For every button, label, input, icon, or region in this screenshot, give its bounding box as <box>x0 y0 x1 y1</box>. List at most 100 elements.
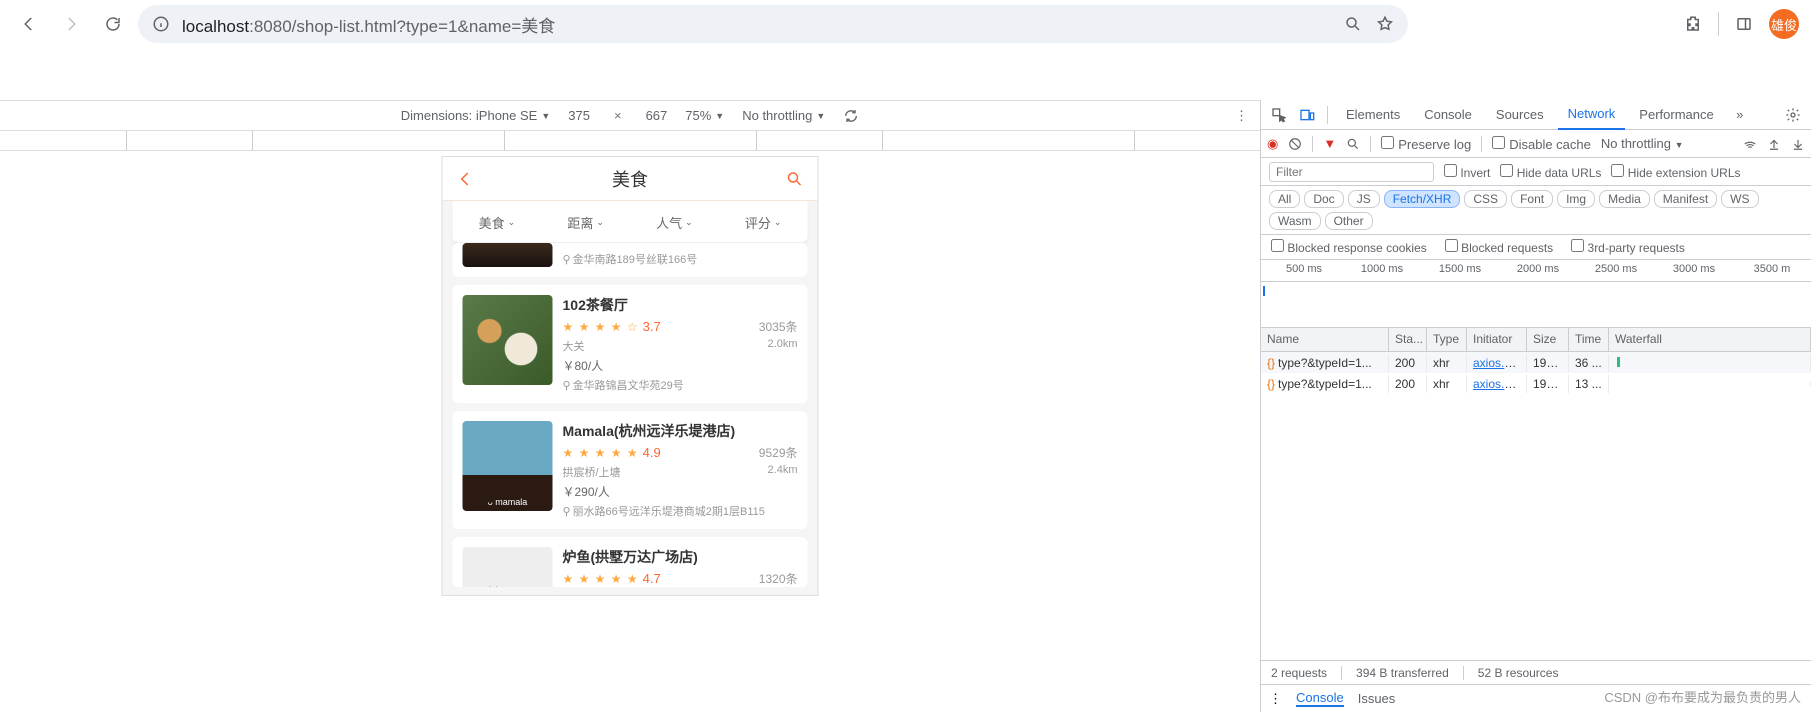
tab-elements[interactable]: Elements <box>1336 100 1410 130</box>
settings-icon[interactable] <box>1781 103 1805 127</box>
chip-ws[interactable]: WS <box>1721 190 1758 208</box>
shop-image <box>463 295 553 385</box>
filter-input[interactable] <box>1269 162 1434 182</box>
shop-list[interactable]: 金华南路189号丝联166号 102茶餐厅 ★ ★ ★ ★ ☆3.73035条 … <box>443 243 818 587</box>
stars-icon: ★ ★ ★ ★ ★ <box>563 446 639 460</box>
more-tabs-icon[interactable]: » <box>1728 103 1752 127</box>
filter-toggle-icon[interactable]: ▼ <box>1323 136 1336 151</box>
request-icon: {} <box>1267 377 1275 391</box>
device-mode-icon[interactable] <box>1295 103 1319 127</box>
chip-wasm[interactable]: Wasm <box>1269 212 1321 230</box>
profile-avatar[interactable]: 雄俊 <box>1769 9 1799 39</box>
network-toolbar: ◉ ▼ Preserve log Disable cache No thrott… <box>1261 130 1811 158</box>
reload-button[interactable] <box>96 7 130 41</box>
shop-name: Mamala(杭州远洋乐堤港店) <box>563 421 798 441</box>
side-panel-icon[interactable] <box>1727 7 1761 41</box>
upload-icon[interactable] <box>1767 137 1781 151</box>
filter-rating[interactable]: 评分 ⌄ <box>745 213 782 232</box>
devtools-panel: Elements Console Sources Network Perform… <box>1260 100 1811 712</box>
request-row[interactable]: {}type?&typeId=1... 200xhr axios.mi... 1… <box>1261 373 1811 394</box>
device-select[interactable]: Dimensions: iPhone SE ▼ <box>401 108 551 123</box>
request-icon: {} <box>1267 356 1275 370</box>
page-title: 美食 <box>612 166 648 192</box>
search-icon[interactable] <box>786 170 804 188</box>
device-height[interactable]: 667 <box>646 108 668 123</box>
network-conditions-icon[interactable] <box>1743 137 1757 151</box>
bookmark-icon[interactable] <box>1376 15 1394 33</box>
chip-manifest[interactable]: Manifest <box>1654 190 1717 208</box>
blocked-cookies-checkbox[interactable]: Blocked response cookies <box>1271 239 1427 255</box>
preserve-log-checkbox[interactable]: Preserve log <box>1381 136 1471 152</box>
extensions-icon[interactable] <box>1676 7 1710 41</box>
waterfall-overview[interactable] <box>1261 282 1811 328</box>
download-icon[interactable] <box>1791 137 1805 151</box>
device-toolbar: Dimensions: iPhone SE ▼ 375 × 667 75% ▼ … <box>0 101 1260 131</box>
chip-js[interactable]: JS <box>1348 190 1380 208</box>
chip-other[interactable]: Other <box>1325 212 1373 230</box>
network-table-body: {}type?&typeId=1... 200xhr axios.mi... 1… <box>1261 352 1811 660</box>
phone-header: 美食 <box>443 157 818 201</box>
zoom-icon[interactable] <box>1344 15 1362 33</box>
throttle-select[interactable]: No throttling ▼ <box>742 108 825 123</box>
filter-distance[interactable]: 距离 ⌄ <box>567 213 604 232</box>
responsive-viewport: Dimensions: iPhone SE ▼ 375 × 667 75% ▼ … <box>0 100 1260 712</box>
forward-button[interactable] <box>54 7 88 41</box>
invert-checkbox[interactable]: Invert <box>1444 164 1490 180</box>
search-icon[interactable] <box>1346 137 1360 151</box>
drawer-menu-icon[interactable]: ⋮ <box>1269 691 1282 707</box>
shop-name: 102茶餐厅 <box>563 295 798 315</box>
network-extra-filters: Blocked response cookies Blocked request… <box>1261 235 1811 260</box>
chip-font[interactable]: Font <box>1511 190 1553 208</box>
url-text: localhost:8080/shop-list.html?type=1&nam… <box>182 12 555 37</box>
disable-cache-checkbox[interactable]: Disable cache <box>1492 136 1591 152</box>
resource-type-chips: All Doc JS Fetch/XHR CSS Font Img Media … <box>1261 186 1811 235</box>
chip-media[interactable]: Media <box>1599 190 1650 208</box>
clear-icon[interactable] <box>1288 137 1302 151</box>
waterfall-header[interactable]: 500 ms1000 ms1500 ms2000 ms2500 ms3000 m… <box>1261 260 1811 282</box>
phone-viewport: 美食 美食 ⌄ 距离 ⌄ 人气 ⌄ 评分 ⌄ 金华南路189号丝联166号 <box>443 157 818 595</box>
third-party-checkbox[interactable]: 3rd-party requests <box>1571 239 1685 255</box>
chip-doc[interactable]: Doc <box>1304 190 1343 208</box>
filter-popularity[interactable]: 人气 ⌄ <box>656 213 693 232</box>
record-icon[interactable]: ◉ <box>1267 136 1278 152</box>
zoom-select[interactable]: 75% ▼ <box>685 108 724 123</box>
blocked-requests-checkbox[interactable]: Blocked requests <box>1445 239 1553 255</box>
watermark: CSDN @布布要成为最负责的男人 <box>1604 687 1801 706</box>
network-summary: 2 requests394 B transferred52 B resource… <box>1261 660 1811 684</box>
back-button[interactable] <box>12 7 46 41</box>
devtools-tabs: Elements Console Sources Network Perform… <box>1261 100 1811 130</box>
tab-sources[interactable]: Sources <box>1486 100 1554 130</box>
shop-image: 庐气 LUYU <box>463 547 553 587</box>
address-bar[interactable]: localhost:8080/shop-list.html?type=1&nam… <box>138 5 1408 43</box>
tab-performance[interactable]: Performance <box>1629 100 1723 130</box>
hide-data-urls-checkbox[interactable]: Hide data URLs <box>1500 164 1601 180</box>
device-width[interactable]: 375 <box>568 108 590 123</box>
divider <box>1718 12 1719 36</box>
chip-all[interactable]: All <box>1269 190 1300 208</box>
chip-fetchxhr[interactable]: Fetch/XHR <box>1384 190 1461 208</box>
network-filter-bar: Invert Hide data URLs Hide extension URL… <box>1261 158 1811 186</box>
browser-toolbar: localhost:8080/shop-list.html?type=1&nam… <box>0 0 1811 48</box>
tab-network[interactable]: Network <box>1558 100 1626 130</box>
rotate-icon[interactable] <box>843 108 859 124</box>
shop-card[interactable]: 庐气 LUYU 炉鱼(拱墅万达广场店) ★ ★ ★ ★ ★4.71320条 <box>453 537 808 587</box>
shop-card[interactable]: 102茶餐厅 ★ ★ ★ ★ ☆3.73035条 大关2.0km ￥80/人 金… <box>453 285 808 403</box>
drawer-tab-issues[interactable]: Issues <box>1358 691 1396 706</box>
chip-img[interactable]: Img <box>1557 190 1595 208</box>
hide-ext-urls-checkbox[interactable]: Hide extension URLs <box>1611 164 1740 180</box>
filter-bar: 美食 ⌄ 距离 ⌄ 人气 ⌄ 评分 ⌄ <box>453 203 808 243</box>
tab-console[interactable]: Console <box>1414 100 1482 130</box>
drawer-tab-console[interactable]: Console <box>1296 690 1344 707</box>
shop-card[interactable]: ᴗ mamala Mamala(杭州远洋乐堤港店) ★ ★ ★ ★ ★4.995… <box>453 411 808 529</box>
inspect-icon[interactable] <box>1267 103 1291 127</box>
stars-icon: ★ ★ ★ ★ ☆ <box>563 320 639 334</box>
back-icon[interactable] <box>457 170 475 188</box>
request-row[interactable]: {}type?&typeId=1... 200xhr axios.mi... 1… <box>1261 352 1811 373</box>
chip-css[interactable]: CSS <box>1464 190 1507 208</box>
shop-card[interactable]: 金华南路189号丝联166号 <box>453 243 808 277</box>
more-icon[interactable]: ⋮ <box>1235 108 1248 124</box>
shop-image: ᴗ mamala <box>463 421 553 511</box>
throttle-select[interactable]: No throttling ▼ <box>1601 136 1684 151</box>
filter-category[interactable]: 美食 ⌄ <box>479 213 516 232</box>
site-info-icon[interactable] <box>152 15 170 33</box>
